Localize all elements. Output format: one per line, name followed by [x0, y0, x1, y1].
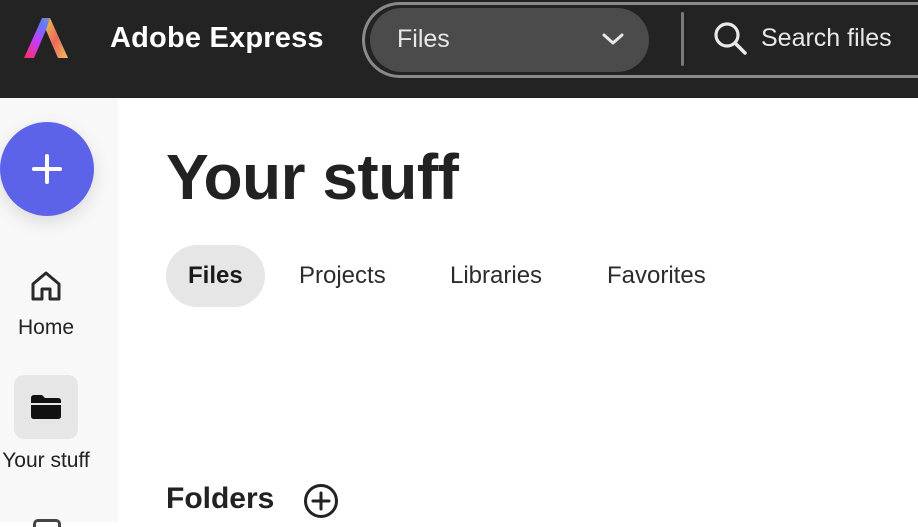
- scope-dropdown[interactable]: Files: [370, 8, 649, 72]
- left-navigation-rail: Home Your stuff: [0, 98, 118, 527]
- create-new-button[interactable]: [0, 122, 94, 216]
- top-bar: Adobe Express Files Search files: [0, 0, 918, 98]
- sidebar-next-item-icon[interactable]: [33, 519, 61, 527]
- tab-projects[interactable]: Projects: [299, 245, 386, 307]
- chevron-down-icon: [602, 33, 624, 45]
- page-title: Your stuff: [166, 141, 459, 213]
- folders-section-title: Folders: [166, 482, 275, 515]
- add-circle-icon[interactable]: [303, 483, 339, 519]
- tab-favorites[interactable]: Favorites: [607, 245, 706, 307]
- folder-icon-wrapper: [14, 375, 78, 439]
- search-placeholder: Search files: [761, 24, 892, 52]
- folder-icon: [31, 395, 61, 419]
- sidebar-item-home[interactable]: Home: [0, 254, 92, 340]
- tab-libraries[interactable]: Libraries: [450, 245, 542, 307]
- sidebar-item-your-stuff[interactable]: Your stuff: [0, 375, 92, 473]
- tab-files[interactable]: Files: [166, 245, 265, 307]
- search-icon: [714, 22, 747, 55]
- sidebar-item-label: Your stuff: [2, 449, 90, 472]
- app-title: Adobe Express: [110, 22, 324, 54]
- scope-dropdown-value: Files: [397, 25, 450, 53]
- plus-icon: [32, 154, 62, 184]
- sidebar-item-label: Home: [17, 316, 75, 339]
- search-input[interactable]: Search files: [712, 12, 918, 66]
- adobe-express-logo-icon[interactable]: [22, 14, 70, 62]
- home-icon: [31, 271, 61, 301]
- search-divider: [681, 12, 684, 66]
- home-icon-wrapper: [14, 254, 78, 318]
